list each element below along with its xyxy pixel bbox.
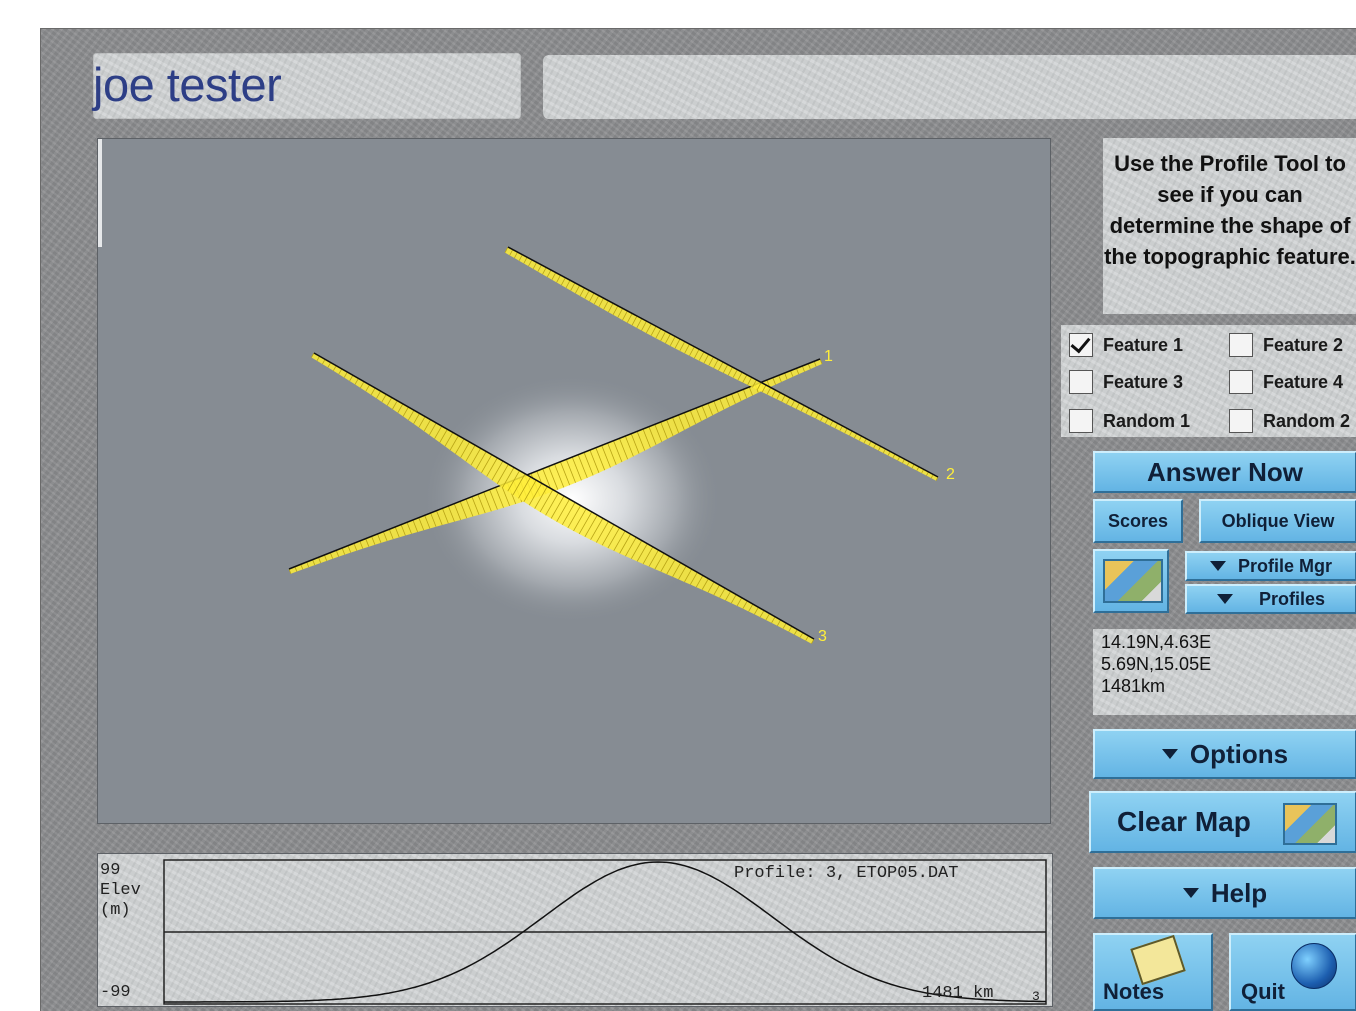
profile-distance: 1481 km [922,984,994,1003]
coord-distance: 1481km [1101,676,1166,696]
instructions-panel: Use the Profile Tool to see if you can d… [1103,138,1356,314]
help-menu[interactable]: Help [1093,867,1356,919]
chevron-down-icon [1182,888,1199,898]
profile-mgr-label: Profile Mgr [1237,555,1332,576]
notes-icon [1130,934,1186,986]
random-1-option[interactable]: Random 1 [1069,409,1190,433]
feature-selector: Feature 1 Feature 2 Feature 3 Feature 4 … [1061,325,1356,437]
feature-3-label: Feature 3 [1103,371,1184,392]
profile-2-label: 2 [946,466,955,483]
random-1-checkbox[interactable] [1069,409,1093,433]
coordinates-readout: 14.19N,4.63E 5.69N,15.05E 1481km [1093,629,1356,715]
feature-2-checkbox[interactable] [1229,333,1253,357]
options-menu[interactable]: Options [1093,729,1356,779]
feature-2-label: Feature 2 [1263,334,1344,355]
oblique-view-button[interactable]: Oblique View [1199,499,1356,543]
map-canvas[interactable]: 1 2 3 [98,139,1050,823]
random-2-label: Random 2 [1263,410,1351,431]
quit-label: Quit [1241,979,1285,1004]
feature-4-label: Feature 4 [1263,371,1344,392]
feature-3-checkbox[interactable] [1069,370,1093,394]
profiles-menu[interactable]: Profiles [1185,584,1356,614]
profile-corner-mark: 3 [1032,989,1040,1004]
profile-unit-label: (m) [100,901,131,920]
user-name: joe tester [93,58,282,111]
banner-panel [543,55,1356,119]
random-2-checkbox[interactable] [1229,409,1253,433]
random-1-label: Random 1 [1103,410,1191,431]
chevron-down-icon [1161,749,1178,759]
profiles-label: Profiles [1258,588,1326,609]
profile-1-label: 1 [824,348,833,365]
eraser-map-icon [1283,803,1337,845]
map-picture-icon [1103,559,1163,603]
profile-graph-panel: 99 Elev (m) -99 Profile: 3, ETOP05.DAT 1… [97,853,1053,1007]
profile-ymin: -99 [100,983,131,1002]
quit-button[interactable]: Quit [1229,933,1356,1011]
chevron-down-icon [1216,594,1233,604]
feature-3-option[interactable]: Feature 3 [1069,370,1183,394]
profile-caption: Profile: 3, ETOP05.DAT [734,864,959,883]
coord-start: 14.19N,4.63E [1101,632,1212,652]
map-tool-button[interactable] [1093,549,1169,613]
clear-map-label: Clear Map [1117,806,1251,837]
map-view[interactable]: 1 2 3 [97,138,1051,824]
chevron-down-icon [1209,561,1226,571]
help-label: Help [1210,877,1268,908]
app-window: joe tester 1 2 3 99 Elev (m) -99 Profile: … [40,28,1356,1011]
instructions-text: Use the Profile Tool to see if you can d… [1104,151,1356,269]
profile-elev-label: Elev [100,881,141,900]
feature-2-option[interactable]: Feature 2 [1229,333,1343,357]
globe-icon [1291,943,1337,989]
feature-1-label: Feature 1 [1103,334,1184,355]
feature-1-checkbox[interactable] [1069,333,1093,357]
profile-3-label: 3 [818,628,827,645]
profile-ymax: 99 [100,861,121,880]
options-label: Options [1189,738,1289,769]
feature-4-checkbox[interactable] [1229,370,1253,394]
profile-mgr-menu[interactable]: Profile Mgr [1185,551,1356,581]
feature-1-option[interactable]: Feature 1 [1069,333,1183,357]
user-name-panel: joe tester [93,53,521,119]
coord-end: 5.69N,15.05E [1101,654,1212,674]
feature-4-option[interactable]: Feature 4 [1229,370,1343,394]
notes-button[interactable]: Notes [1093,933,1213,1011]
clear-map-button[interactable]: Clear Map [1089,791,1356,853]
random-2-option[interactable]: Random 2 [1229,409,1350,433]
scores-button[interactable]: Scores [1093,499,1183,543]
notes-label: Notes [1103,979,1165,1004]
answer-now-button[interactable]: Answer Now [1093,451,1356,493]
